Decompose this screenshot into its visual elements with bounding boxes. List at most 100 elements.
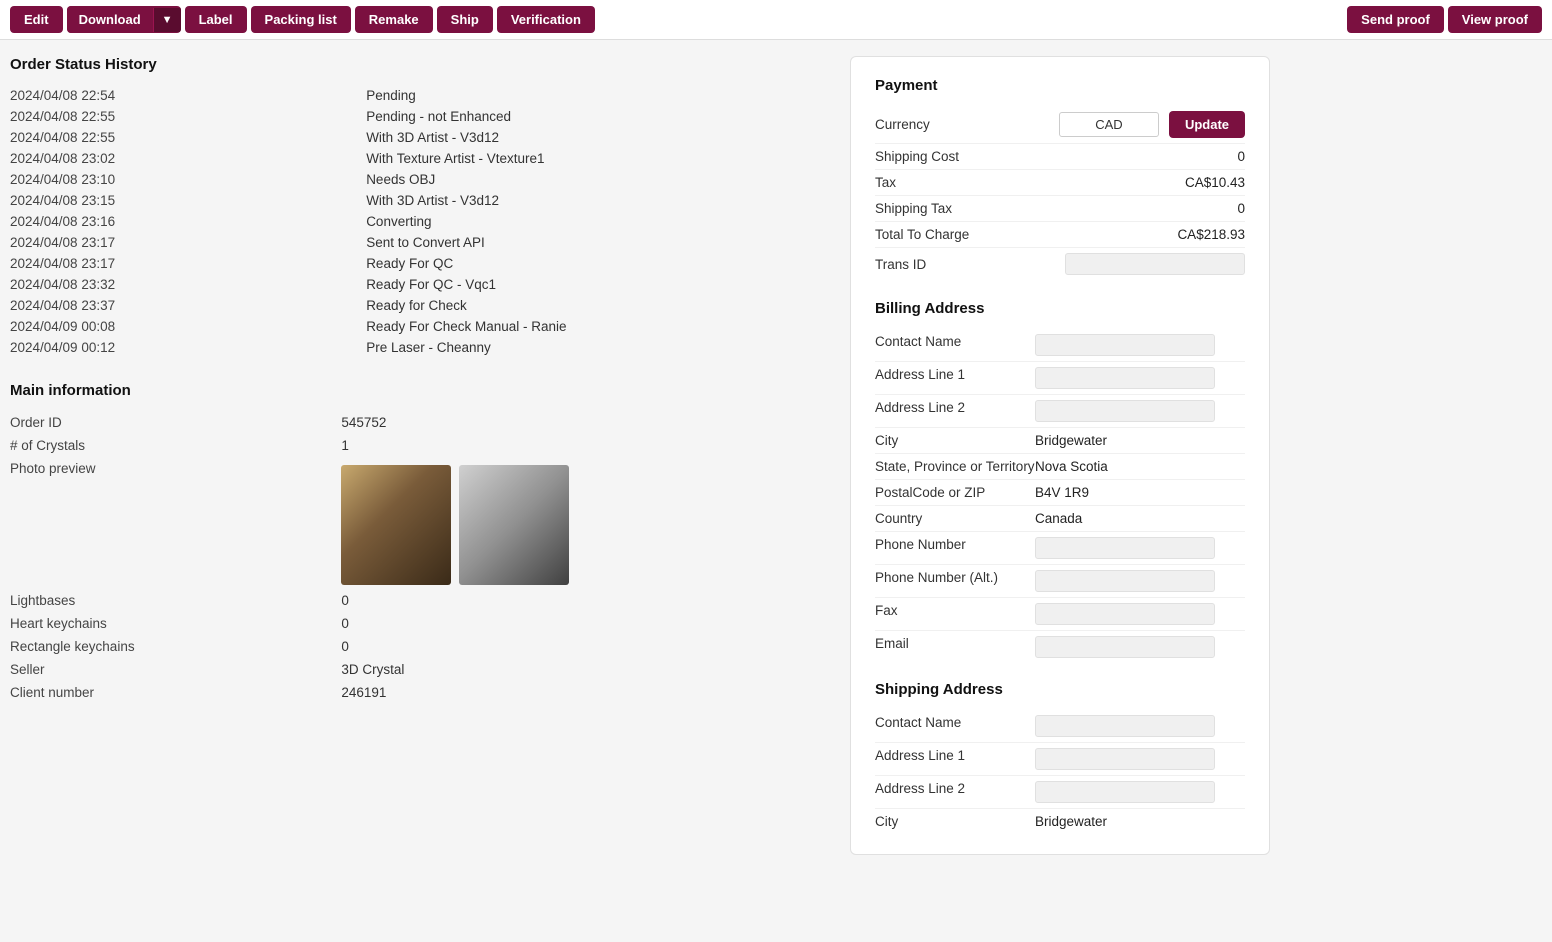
billing-address-line1-input[interactable] (1035, 367, 1215, 389)
main-information-title: Main information (10, 382, 830, 399)
download-button-group: Download ▼ (67, 6, 181, 33)
history-timestamp: 2024/04/08 23:17 (10, 253, 366, 274)
billing-address-line2-row: Address Line 2 (875, 395, 1245, 428)
shipping-cost-value: 0 (1237, 149, 1245, 164)
ship-button[interactable]: Ship (437, 6, 493, 33)
seller-row: Seller 3D Crystal (10, 658, 830, 681)
history-row: 2024/04/08 23:17Sent to Convert API (10, 232, 830, 253)
history-row: 2024/04/08 22:55Pending - not Enhanced (10, 106, 830, 127)
currency-input[interactable] (1059, 112, 1159, 137)
shipping-city-row: City Bridgewater (875, 809, 1245, 834)
seller-value: 3D Crystal (341, 658, 830, 681)
billing-state-label: State, Province or Territory (875, 459, 1035, 474)
history-status: With 3D Artist - V3d12 (366, 127, 830, 148)
billing-email-label: Email (875, 636, 1035, 651)
order-status-history-title: Order Status History (10, 56, 830, 73)
client-number-value: 246191 (341, 681, 830, 704)
shipping-contact-name-label: Contact Name (875, 715, 1035, 730)
shipping-address-line1-input[interactable] (1035, 748, 1215, 770)
billing-city-row: City Bridgewater (875, 428, 1245, 454)
billing-address-line1-label: Address Line 1 (875, 367, 1035, 382)
shipping-address-line2-input[interactable] (1035, 781, 1215, 803)
billing-phone-input[interactable] (1035, 537, 1215, 559)
heart-keychains-value: 0 (341, 612, 830, 635)
photo-thumb-1 (341, 465, 451, 585)
shipping-address-line1-row: Address Line 1 (875, 743, 1245, 776)
label-button[interactable]: Label (185, 6, 247, 33)
history-status: Ready For Check Manual - Ranie (366, 316, 830, 337)
shipping-city-label: City (875, 814, 1035, 829)
billing-postal-row: PostalCode or ZIP B4V 1R9 (875, 480, 1245, 506)
lightbases-label: Lightbases (10, 589, 341, 612)
crystals-row: # of Crystals 1 (10, 434, 830, 457)
right-panel: Payment Currency Update Shipping Cost 0 … (850, 56, 1270, 855)
history-row: 2024/04/08 23:15With 3D Artist - V3d12 (10, 190, 830, 211)
order-id-label: Order ID (10, 411, 341, 434)
shipping-tax-label: Shipping Tax (875, 201, 1015, 216)
billing-phone-alt-row: Phone Number (Alt.) (875, 565, 1245, 598)
history-timestamp: 2024/04/08 22:55 (10, 106, 366, 127)
billing-fax-input[interactable] (1035, 603, 1215, 625)
left-panel: Order Status History 2024/04/08 22:54Pen… (10, 56, 830, 704)
history-timestamp: 2024/04/08 22:55 (10, 127, 366, 148)
billing-fax-label: Fax (875, 603, 1035, 618)
history-row: 2024/04/08 23:10Needs OBJ (10, 169, 830, 190)
view-proof-button[interactable]: View proof (1448, 6, 1542, 33)
shipping-address-line2-label: Address Line 2 (875, 781, 1035, 796)
history-timestamp: 2024/04/08 23:15 (10, 190, 366, 211)
history-row: 2024/04/08 23:02With Texture Artist - Vt… (10, 148, 830, 169)
remake-button[interactable]: Remake (355, 6, 433, 33)
history-timestamp: 2024/04/09 00:12 (10, 337, 366, 358)
history-status: With 3D Artist - V3d12 (366, 190, 830, 211)
verification-button[interactable]: Verification (497, 6, 595, 33)
history-timestamp: 2024/04/08 23:02 (10, 148, 366, 169)
main-info-table: Order ID 545752 # of Crystals 1 Photo pr… (10, 411, 830, 704)
order-id-value: 545752 (341, 411, 830, 434)
billing-contact-name-input[interactable] (1035, 334, 1215, 356)
photo-preview-row: Photo preview (10, 457, 830, 589)
billing-postal-value: B4V 1R9 (1035, 485, 1245, 500)
history-row: 2024/04/08 22:54Pending (10, 85, 830, 106)
tax-label: Tax (875, 175, 1015, 190)
shipping-address-title: Shipping Address (875, 681, 1245, 698)
history-timestamp: 2024/04/08 23:17 (10, 232, 366, 253)
billing-email-input[interactable] (1035, 636, 1215, 658)
billing-country-value: Canada (1035, 511, 1245, 526)
billing-phone-alt-input[interactable] (1035, 570, 1215, 592)
billing-address-line2-input[interactable] (1035, 400, 1215, 422)
download-main-button[interactable]: Download (67, 6, 153, 33)
history-timestamp: 2024/04/08 23:10 (10, 169, 366, 190)
shipping-address-line2-row: Address Line 2 (875, 776, 1245, 809)
rectangle-keychains-row: Rectangle keychains 0 (10, 635, 830, 658)
crystals-value: 1 (341, 434, 830, 457)
edit-button[interactable]: Edit (10, 6, 63, 33)
shipping-address-line1-label: Address Line 1 (875, 748, 1035, 763)
rectangle-keychains-value: 0 (341, 635, 830, 658)
top-toolbar: Edit Download ▼ Label Packing list Remak… (0, 0, 1552, 40)
heart-keychains-row: Heart keychains 0 (10, 612, 830, 635)
billing-contact-name-row: Contact Name (875, 329, 1245, 362)
history-row: 2024/04/08 23:37Ready for Check (10, 295, 830, 316)
packing-list-button[interactable]: Packing list (251, 6, 351, 33)
download-dropdown-button[interactable]: ▼ (153, 8, 181, 32)
seller-label: Seller (10, 658, 341, 681)
billing-state-row: State, Province or Territory Nova Scotia (875, 454, 1245, 480)
photo-preview-label: Photo preview (10, 457, 341, 589)
shipping-contact-name-input[interactable] (1035, 715, 1215, 737)
billing-phone-alt-label: Phone Number (Alt.) (875, 570, 1035, 585)
order-id-row: Order ID 545752 (10, 411, 830, 434)
history-row: 2024/04/08 23:32Ready For QC - Vqc1 (10, 274, 830, 295)
history-status: With Texture Artist - Vtexture1 (366, 148, 830, 169)
shipping-contact-name-row: Contact Name (875, 710, 1245, 743)
trans-id-label: Trans ID (875, 257, 1015, 272)
trans-id-input[interactable] (1065, 253, 1245, 275)
shipping-tax-row: Shipping Tax 0 (875, 196, 1245, 222)
send-proof-button[interactable]: Send proof (1347, 6, 1444, 33)
shipping-address-section: Shipping Address Contact Name Address Li… (875, 681, 1245, 834)
history-status: Needs OBJ (366, 169, 830, 190)
heart-keychains-label: Heart keychains (10, 612, 341, 635)
history-timestamp: 2024/04/08 23:16 (10, 211, 366, 232)
order-status-history-table: 2024/04/08 22:54Pending2024/04/08 22:55P… (10, 85, 830, 358)
update-button[interactable]: Update (1169, 111, 1245, 138)
photo-preview-cell (341, 457, 830, 589)
